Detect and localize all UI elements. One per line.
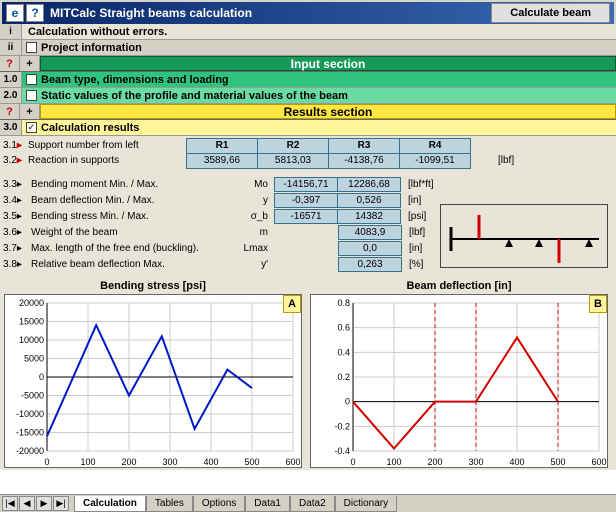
svg-text:0.4: 0.4: [337, 347, 350, 357]
support-header: R4: [399, 138, 471, 154]
input-expand-button[interactable]: +: [20, 56, 40, 71]
static-values-row: 2.0 Static values of the profile and mat…: [0, 88, 616, 104]
support-header: R1: [186, 138, 258, 154]
input-section-title: Input section: [40, 56, 616, 71]
calculate-beam-button[interactable]: Calculate beam: [491, 3, 610, 23]
chart-bending-stress: Bending stress [psi] A -20000-15000-1000…: [4, 294, 302, 468]
support-desc-2: Reaction in supports: [28, 155, 186, 166]
support-unit: [lbf]: [498, 155, 514, 166]
chart-a-title: Bending stress [psi]: [5, 280, 301, 292]
nav-button[interactable]: |◀: [2, 496, 18, 511]
chart-b-badge[interactable]: B: [589, 295, 607, 313]
input-section-header: ? + Input section: [0, 56, 616, 72]
svg-text:-15000: -15000: [16, 428, 44, 438]
project-info-label: Project information: [41, 42, 142, 54]
results-section-header: ? + Results section: [0, 104, 616, 120]
row-num-1: 1.0: [0, 72, 22, 87]
red-marker-icon: ▸: [17, 155, 22, 166]
svg-text:15000: 15000: [19, 317, 44, 327]
svg-text:600: 600: [591, 457, 606, 467]
project-info-checkbox[interactable]: [26, 42, 37, 53]
app-icon: e: [6, 4, 24, 22]
svg-text:0.6: 0.6: [337, 323, 350, 333]
svg-text:0.2: 0.2: [337, 372, 350, 382]
svg-text:100: 100: [386, 457, 401, 467]
svg-text:20000: 20000: [19, 298, 44, 308]
row-num-2: 2.0: [0, 88, 22, 103]
svg-text:300: 300: [162, 457, 177, 467]
support-desc-1: Support number from left: [28, 140, 186, 151]
sheet-tab[interactable]: Tables: [146, 496, 193, 512]
svg-text:200: 200: [427, 457, 442, 467]
svg-text:-10000: -10000: [16, 409, 44, 419]
svg-text:400: 400: [509, 457, 524, 467]
app-title: MITCalc Straight beams calculation: [50, 6, 485, 20]
input-help-button[interactable]: ?: [0, 56, 20, 71]
sheet-tab[interactable]: Data2: [290, 496, 335, 512]
chart-b-title: Beam deflection [in]: [311, 280, 607, 292]
results-section-title: Results section: [40, 104, 616, 119]
status-text: Calculation without errors.: [22, 26, 167, 38]
support-values-row: 3.2▸ Reaction in supports 3589,665813,03…: [0, 153, 614, 168]
row-label-ii: ii: [0, 40, 22, 55]
sheet-tab[interactable]: Dictionary: [335, 496, 397, 512]
svg-text:-20000: -20000: [16, 446, 44, 456]
svg-text:-5000: -5000: [21, 391, 44, 401]
nav-button[interactable]: ▶|: [53, 496, 69, 511]
nav-button[interactable]: ◀: [19, 496, 35, 511]
results-expand-button[interactable]: +: [20, 104, 40, 119]
beam-diagram: [440, 204, 608, 268]
svg-text:0: 0: [350, 457, 355, 467]
results-help-button[interactable]: ?: [0, 104, 20, 119]
sheet-tab[interactable]: Calculation: [74, 496, 146, 512]
svg-text:500: 500: [550, 457, 565, 467]
static-values-label: Static values of the profile and materia…: [41, 90, 348, 102]
static-values-checkbox[interactable]: [26, 90, 37, 101]
svg-text:0.8: 0.8: [337, 298, 350, 308]
value-row: 3.3▸Bending moment Min. / Max.Mo-14156,7…: [0, 176, 614, 192]
sheet-tab[interactable]: Data1: [245, 496, 290, 512]
help-icon[interactable]: ?: [26, 4, 44, 22]
calc-results-label: Calculation results: [41, 122, 139, 134]
support-header-row: 3.1▸ Support number from left R1R2R3R4: [0, 138, 614, 153]
svg-text:200: 200: [121, 457, 136, 467]
beam-type-checkbox[interactable]: [26, 74, 37, 85]
results-content: 3.1▸ Support number from left R1R2R3R4 3…: [0, 136, 616, 470]
nav-button[interactable]: ▶: [36, 496, 52, 511]
svg-text:500: 500: [244, 457, 259, 467]
project-info-row: ii Project information: [0, 40, 616, 56]
support-header: R2: [257, 138, 329, 154]
svg-text:100: 100: [80, 457, 95, 467]
support-value: 3589,66: [186, 153, 258, 169]
red-marker-icon: ▸: [17, 140, 22, 151]
svg-text:10000: 10000: [19, 335, 44, 345]
support-value: -1099,51: [399, 153, 471, 169]
titlebar: e ? MITCalc Straight beams calculation C…: [0, 0, 616, 24]
svg-text:-0.2: -0.2: [334, 421, 350, 431]
beam-type-row: 1.0 Beam type, dimensions and loading: [0, 72, 616, 88]
chart-a-badge[interactable]: A: [283, 295, 301, 313]
svg-text:0: 0: [44, 457, 49, 467]
row-label-i: i: [0, 24, 22, 39]
row-num-3: 3.0: [0, 120, 22, 135]
svg-text:0: 0: [39, 372, 44, 382]
status-row: i Calculation without errors.: [0, 24, 616, 40]
support-header: R3: [328, 138, 400, 154]
sheet-tabstrip: |◀◀▶▶| CalculationTablesOptionsData1Data…: [0, 494, 616, 512]
sheet-tab[interactable]: Options: [193, 496, 245, 512]
chart-beam-deflection: Beam deflection [in] B -0.4-0.200.20.40.…: [310, 294, 608, 468]
calc-results-row: 3.0 ✓ Calculation results: [0, 120, 616, 136]
svg-text:0: 0: [345, 397, 350, 407]
svg-text:400: 400: [203, 457, 218, 467]
calc-results-checkbox[interactable]: ✓: [26, 122, 37, 133]
svg-text:600: 600: [285, 457, 300, 467]
support-value: 5813,03: [257, 153, 329, 169]
beam-type-label: Beam type, dimensions and loading: [41, 74, 229, 86]
svg-text:5000: 5000: [24, 354, 44, 364]
svg-text:-0.4: -0.4: [334, 446, 350, 456]
svg-text:300: 300: [468, 457, 483, 467]
support-value: -4138,76: [328, 153, 400, 169]
